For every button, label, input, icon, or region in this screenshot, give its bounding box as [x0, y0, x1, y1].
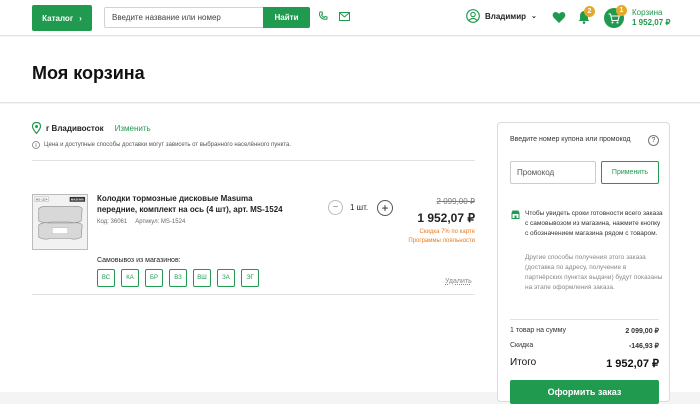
- notifications-button[interactable]: 2: [578, 6, 595, 29]
- checkout-button[interactable]: Оформить заказ: [510, 380, 659, 404]
- cart-summary[interactable]: Корзина 1 952,07 ₽: [632, 8, 670, 28]
- city-name: г Владивосток: [46, 123, 104, 133]
- pickup-label: Самовывоз из магазинов:: [97, 257, 181, 264]
- search-input[interactable]: [104, 7, 264, 28]
- other-delivery-info-text: Другие способы получения этого заказа (д…: [525, 254, 663, 291]
- title-bar: Моя корзина: [0, 37, 700, 103]
- cart-button[interactable]: 1: [604, 5, 627, 28]
- quantity-value: 1 шт.: [350, 203, 369, 212]
- quantity-increase-button[interactable]: +: [377, 200, 393, 216]
- user-icon: [466, 9, 480, 23]
- delete-item-link[interactable]: Удалить: [445, 278, 472, 285]
- summary-items-value: 2 099,00 ₽: [625, 328, 659, 335]
- store-button[interactable]: БР: [145, 269, 163, 287]
- page-title: Моя корзина: [32, 63, 145, 83]
- product-image[interactable]: MS-1524 MASUMA: [32, 194, 88, 250]
- summary-total-value: 1 952,07 ₽: [606, 358, 659, 370]
- phone-icon[interactable]: [318, 11, 328, 21]
- store-button[interactable]: ЭГ: [241, 269, 259, 287]
- item-price: 1 952,07 ₽: [417, 211, 475, 225]
- coupon-label: Введите номер купона или промокод: [510, 136, 631, 143]
- divider: [32, 294, 475, 295]
- store-button[interactable]: ЗА: [217, 269, 235, 287]
- product-code: Код: 36061: [97, 219, 128, 225]
- quantity-decrease-button[interactable]: −: [328, 200, 343, 215]
- store-button[interactable]: ВЗ: [169, 269, 187, 287]
- product-name[interactable]: Колодки тормозные дисковые Masuma передн…: [97, 193, 292, 215]
- location-note-text: Цена и доступные способы доставки могут …: [44, 142, 291, 148]
- site-header: Каталог › Найти Владимир ⌄ 2: [0, 0, 700, 36]
- chevron-down-icon: ⌄: [531, 13, 537, 20]
- help-icon[interactable]: ?: [648, 135, 659, 146]
- catalog-label: Каталог: [42, 13, 74, 23]
- user-name: Владимир: [485, 11, 527, 21]
- location-note: Цена и доступные способы доставки могут …: [32, 141, 291, 149]
- search-button[interactable]: Найти: [263, 7, 310, 28]
- cart-total: 1 952,07 ₽: [632, 18, 671, 27]
- catalog-button[interactable]: Каталог ›: [32, 5, 92, 31]
- change-city-link[interactable]: Изменить: [115, 124, 151, 133]
- heart-icon[interactable]: [552, 11, 566, 24]
- product-image-code: MS-1524: [36, 198, 48, 202]
- store-button[interactable]: ВС: [97, 269, 115, 287]
- notifications-badge: 2: [584, 6, 595, 17]
- discount-note: Скидка 7% по карте: [419, 229, 475, 235]
- divider: [32, 160, 475, 161]
- info-icon: [32, 141, 40, 149]
- store-icon: [511, 210, 520, 219]
- product-meta: Код: 36061 Артикул: MS-1524: [97, 219, 185, 225]
- loyalty-programs-link[interactable]: Программы лояльности: [408, 238, 475, 244]
- product-image-brand: MASUMA: [71, 198, 84, 202]
- apply-promo-button[interactable]: Применить: [601, 161, 659, 184]
- summary-items-row: 1 товар на сумму 2 099,00 ₽: [510, 327, 659, 335]
- user-menu[interactable]: Владимир ⌄: [466, 9, 537, 23]
- old-price: 2 099,00 ₽: [436, 197, 475, 206]
- cart-badge: 1: [616, 5, 627, 16]
- chevron-right-icon: ›: [79, 13, 82, 23]
- product-article: Артикул: MS-1524: [135, 219, 186, 225]
- store-list: ВС КА БР ВЗ ВШ ЗА ЭГ: [97, 269, 259, 287]
- divider: [510, 319, 659, 320]
- summary-total-label: Итого: [510, 357, 537, 368]
- summary-discount-value: -146,93 ₽: [628, 343, 659, 350]
- summary-discount-row: Скидка -146,93 ₽: [510, 342, 659, 350]
- cart-label: Корзина: [632, 8, 663, 17]
- promo-code-input[interactable]: [510, 161, 596, 184]
- summary-total-row: Итого 1 952,07 ₽: [510, 357, 659, 370]
- map-pin-icon: [32, 122, 41, 134]
- mail-icon[interactable]: [339, 12, 350, 21]
- store-button[interactable]: ВШ: [193, 269, 211, 287]
- summary-discount-label: Скидка: [510, 342, 534, 349]
- pickup-info-text: Чтобы увидеть сроки готовности всего зак…: [525, 210, 663, 237]
- store-button[interactable]: КА: [121, 269, 139, 287]
- location-row: г Владивосток Изменить: [32, 122, 151, 134]
- summary-items-label: 1 товар на сумму: [510, 327, 567, 334]
- order-summary-panel: Введите номер купона или промокод ? Прим…: [497, 122, 670, 404]
